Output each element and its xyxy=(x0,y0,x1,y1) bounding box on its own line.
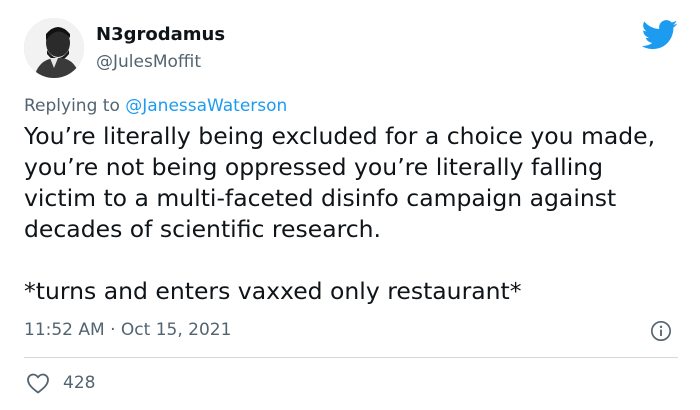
reply-mention-link[interactable]: @JanessaWaterson xyxy=(125,96,287,116)
tweet-timestamp[interactable]: 11:52 AM · Oct 15, 2021 xyxy=(24,319,231,341)
heart-icon[interactable] xyxy=(26,372,50,394)
replying-to-line: Replying to @JanessaWaterson xyxy=(24,95,287,117)
divider xyxy=(24,357,678,358)
avatar[interactable] xyxy=(24,18,84,78)
tweet-card: N3grodamus @JulesMoffit Replying to @Jan… xyxy=(0,0,700,410)
like-count: 428 xyxy=(63,373,96,393)
user-avatar-image xyxy=(24,18,84,78)
display-name[interactable]: N3grodamus xyxy=(96,24,225,46)
twitter-bird-icon[interactable] xyxy=(642,20,678,50)
user-handle[interactable]: @JulesMoffit xyxy=(96,51,201,73)
info-icon[interactable] xyxy=(650,320,672,342)
tweet-text: You’re literally being excluded for a ch… xyxy=(24,122,656,305)
replying-to-label: Replying to xyxy=(24,96,126,116)
